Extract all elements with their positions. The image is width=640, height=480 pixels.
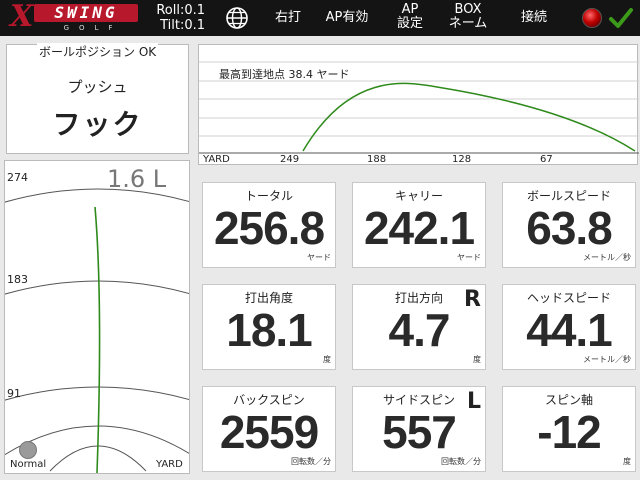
- globe-icon[interactable]: [225, 6, 249, 30]
- ball-position-panel: ボールポジション OK プッシュ フック: [6, 43, 189, 154]
- stat-unit: メートル／秒: [583, 355, 631, 364]
- ball-position-line1: プッシュ: [67, 78, 128, 96]
- distance-arcs: [5, 188, 189, 401]
- box-name-label-1: BOX: [454, 2, 482, 17]
- stat-tile-ball-speed: ボールスピード 63.8 メートル／秒: [502, 182, 636, 268]
- tilt-readout: Tilt:0.1: [160, 18, 205, 33]
- checkmark-icon[interactable]: [608, 6, 634, 30]
- shot-trace: [94, 206, 101, 473]
- distance-label: 274: [7, 171, 28, 184]
- dispersion-unit: YARD: [156, 459, 183, 470]
- handedness-button[interactable]: 右打: [270, 11, 306, 25]
- stat-tile-launch-direction: 打出方向 R 4.7 度: [352, 284, 486, 370]
- top-bar: X SWING GOLF Roll:0.1 Tilt:0.1 右打 AP有効 A…: [0, 0, 640, 36]
- distance-label: 91: [7, 387, 21, 400]
- ball-position-line2: フック: [52, 108, 143, 141]
- stat-tile-side-spin: サイドスピン L 557 回転数／分: [352, 386, 486, 472]
- stat-value: 2559: [219, 406, 319, 458]
- distance-label: 183: [7, 273, 28, 286]
- stat-value: -12: [537, 406, 601, 458]
- status-indicator: [582, 8, 602, 28]
- trajectory-panel: YARD 249 188 128 67 最高到達地点 38.4 ヤード: [198, 44, 639, 165]
- stat-unit: 度: [323, 355, 331, 364]
- stat-value: 63.8: [526, 202, 613, 254]
- stat-unit: 回転数／分: [441, 457, 481, 466]
- trajectory-path: [302, 82, 636, 152]
- box-name-button[interactable]: BOX ネーム: [444, 3, 492, 31]
- dispersion-chart: [5, 188, 189, 473]
- roll-readout: Roll:0.1: [156, 3, 205, 18]
- stat-unit: 度: [473, 355, 481, 364]
- stat-unit: 度: [623, 457, 631, 466]
- stat-tile-back-spin: バックスピン 2559 回転数／分: [202, 386, 336, 472]
- stat-tile-head-speed: ヘッドスピード 44.1 メートル／秒: [502, 284, 636, 370]
- stat-tile-carry: キャリー 242.1 ヤード: [352, 182, 486, 268]
- stat-unit: 回転数／分: [291, 457, 331, 466]
- ap-enabled-button[interactable]: AP有効: [320, 11, 374, 25]
- stat-unit: ヤード: [307, 253, 331, 262]
- stat-unit: ヤード: [457, 253, 481, 262]
- stat-tile-total: トータル 256.8 ヤード: [202, 182, 336, 268]
- stat-unit: メートル／秒: [583, 253, 631, 262]
- trajectory-tick: 128: [452, 154, 471, 165]
- stat-tile-launch-angle: 打出角度 18.1 度: [202, 284, 336, 370]
- mode-label[interactable]: Normal: [10, 459, 46, 470]
- peak-height-label: 最高到達地点 38.4 ヤード: [219, 68, 350, 81]
- trajectory-axis-unit: YARD: [202, 154, 230, 165]
- stat-value: 4.7: [388, 304, 451, 356]
- stat-value: 44.1: [526, 304, 613, 356]
- stat-tile-spin-axis: スピン軸 -12 度: [502, 386, 636, 472]
- stat-value: 557: [382, 406, 457, 458]
- logo-word: SWING: [34, 4, 138, 22]
- ap-settings-button[interactable]: AP 設定: [390, 3, 430, 31]
- stat-value: 242.1: [363, 202, 475, 254]
- trajectory-tick: 249: [280, 154, 299, 165]
- logo-mark: X: [10, 0, 34, 34]
- ap-settings-label-1: AP: [401, 2, 419, 17]
- connect-button[interactable]: 接続: [512, 11, 556, 25]
- stat-value: 18.1: [226, 304, 313, 356]
- trajectory-chart: YARD 249 188 128 67: [199, 61, 639, 165]
- trajectory-tick: 67: [540, 154, 553, 165]
- ap-settings-label-2: 設定: [396, 16, 423, 31]
- stat-value: 256.8: [213, 202, 325, 254]
- lateral-offset: 1.6 L: [107, 165, 167, 193]
- trajectory-tick: 188: [367, 154, 386, 165]
- app-logo: X SWING GOLF: [6, 0, 138, 34]
- dispersion-panel: 1.6 L 274 183 91 Normal YARD: [4, 160, 190, 474]
- box-name-label-2: ネーム: [448, 16, 488, 31]
- logo-sub: GOLF: [63, 24, 123, 32]
- mode-icon[interactable]: [19, 441, 37, 459]
- ball-position-title: ボールポジション OK: [37, 43, 159, 60]
